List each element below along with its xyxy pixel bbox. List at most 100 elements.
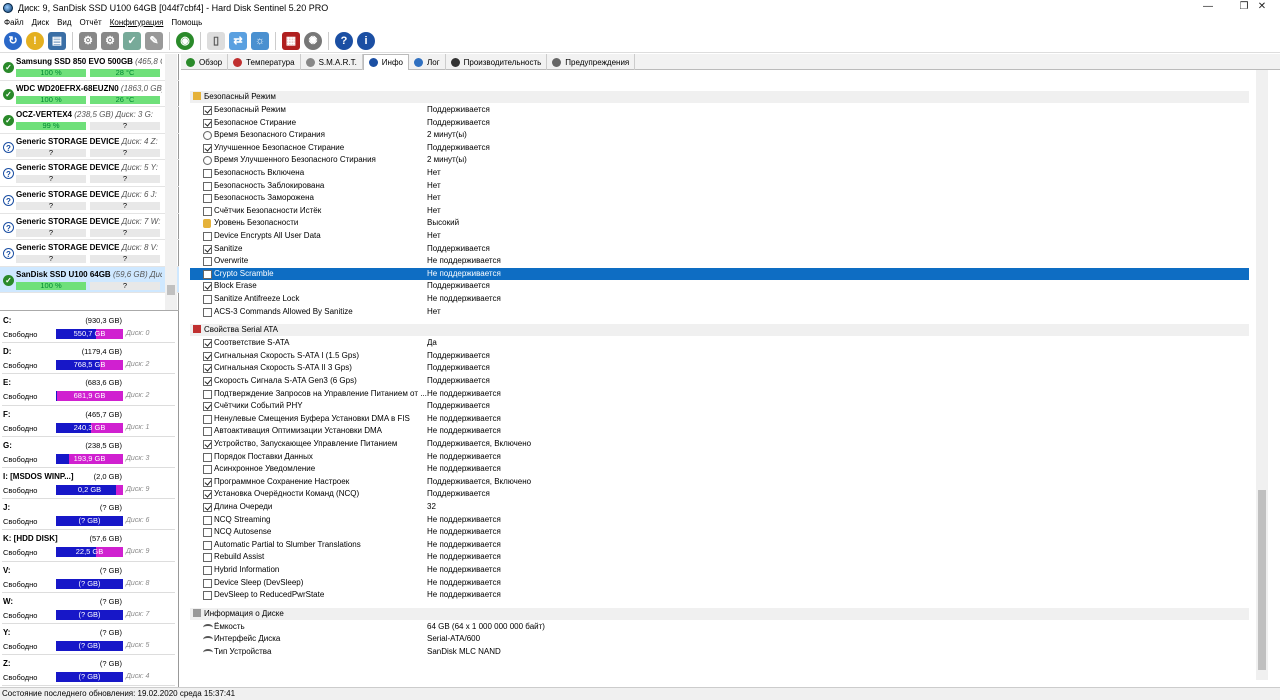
property-label: Сигнальная Скорость S-ATA I (1.5 Gps) — [214, 350, 359, 360]
property-row[interactable]: Соответствие S-ATA Да — [190, 337, 1249, 350]
tab-label: Лог — [427, 57, 440, 67]
property-row[interactable]: Device Sleep (DevSleep) Не поддерживается — [190, 577, 1249, 590]
info-icon[interactable]: i — [357, 31, 375, 50]
property-row[interactable]: Ненулевые Смещения Буфера Установки DMA … — [190, 413, 1249, 426]
tab-2[interactable]: S.M.A.R.T. — [301, 54, 363, 70]
refresh-icon[interactable]: ↻ — [4, 31, 22, 50]
disk-list-scrollbar[interactable] — [165, 54, 177, 310]
disk-item[interactable]: ✓SanDisk SSD U100 64GB (59,6 GB) Диск: 10… — [0, 266, 179, 294]
property-row[interactable]: Скорость Сигнала S-ATA Gen3 (6 Gps) Подде… — [190, 375, 1249, 388]
property-row[interactable]: Безопасность Включена Нет — [190, 167, 1249, 180]
disk-item[interactable]: ? Generic STORAGE DEVICE Диск: 5 Y:?? — [0, 160, 179, 187]
property-row[interactable]: Block Erase Поддерживается — [190, 280, 1249, 293]
toolbar-separator — [328, 31, 329, 50]
property-row[interactable]: Время Улучшенного Безопасного Стирания 2 … — [190, 154, 1249, 167]
menu-config[interactable]: Конфигурация — [106, 18, 168, 27]
property-row[interactable]: Интерфейс Диска Serial-ATA/600 — [190, 633, 1249, 646]
volume-item[interactable]: K: [HDD DISK] (57,6 GB) Свободно 22,5 GB Дис… — [0, 532, 179, 563]
volume-item[interactable]: I: [MSDOS WINP...] (2,0 GB) Свободно 0,2 GB… — [0, 470, 179, 501]
property-row[interactable]: Device Encrypts All User Data Нет — [190, 230, 1249, 243]
disk-tool-icon[interactable]: ✎ — [145, 31, 163, 50]
property-row[interactable]: Безопасный Режим Поддерживается — [190, 104, 1249, 117]
property-row[interactable]: Устройство, Запускающее Управление Питан… — [190, 438, 1249, 451]
volume-item[interactable]: E: (683,6 GB) Свободно 681,9 GB Диск: 2 — [0, 376, 179, 407]
volume-item[interactable]: D: (1179,4 GB) Свободно 768,5 GB Диск: 2 — [0, 345, 179, 376]
menu-report[interactable]: Отчёт — [76, 18, 106, 27]
tab-5[interactable]: Производительность — [446, 54, 548, 70]
menu-disk[interactable]: Диск — [28, 18, 53, 27]
scrollbar-thumb[interactable] — [167, 285, 175, 295]
volume-item[interactable]: Y: (? GB) Свободно (? GB) Диск: 5 — [0, 626, 179, 657]
property-row[interactable]: Безопасность Заморожена Нет — [190, 192, 1249, 205]
report-icon[interactable]: ▤ — [48, 31, 66, 50]
tab-1[interactable]: Температура — [228, 54, 301, 70]
property-row[interactable]: DevSleep to ReducedPwrState Не поддержива… — [190, 589, 1249, 602]
property-row[interactable]: Время Безопасного Стирания 2 минут(ы) — [190, 129, 1249, 142]
property-row[interactable]: ACS-3 Commands Allowed By Sanitize Нет — [190, 306, 1249, 319]
volume-item[interactable]: V: (? GB) Свободно (? GB) Диск: 8 — [0, 564, 179, 595]
disk-item[interactable]: ✓Samsung SSD 850 EVO 500GB (465,8 GB) 100… — [0, 54, 179, 81]
chart-icon[interactable]: ▦ — [282, 31, 300, 50]
property-row[interactable]: Сигнальная Скорость S-ATA I (1.5 Gps) Под… — [190, 350, 1249, 363]
property-row[interactable]: Hybrid Information Не поддерживается — [190, 564, 1249, 577]
tab-4[interactable]: Лог — [409, 54, 446, 70]
property-row[interactable]: Rebuild Assist Не поддерживается — [190, 551, 1249, 564]
property-row[interactable]: Безопасность Заблокирована Нет — [190, 180, 1249, 193]
disk-item[interactable]: ✓WDC WD20EFRX-68EUZN0 (1863,0 GB) Д 100 %… — [0, 81, 179, 108]
property-row[interactable]: Ёмкость 64 GB (64 x 1 000 000 000 байт) — [190, 621, 1249, 634]
property-row[interactable]: Sanitize Antifreeze Lock Не поддерживаетс… — [190, 293, 1249, 306]
minimize-button[interactable]: — — [1190, 0, 1226, 15]
disk-item[interactable]: ? Generic STORAGE DEVICE Диск: 4 Z:?? — [0, 134, 179, 161]
property-row[interactable]: NCQ Autosense Не поддерживается — [190, 526, 1249, 539]
property-row[interactable]: NCQ Streaming Не поддерживается — [190, 514, 1249, 527]
alert-icon[interactable]: ! — [26, 31, 44, 50]
property-row[interactable]: Счётчик Безопасности Истёк Нет — [190, 205, 1249, 218]
property-row[interactable]: Программное Сохранение Настроек Поддержив… — [190, 476, 1249, 489]
volume-item[interactable]: Z: (? GB) Свободно (? GB) Диск: 4 — [0, 657, 179, 687]
property-row[interactable]: Уровень Безопасности Высокий — [190, 217, 1249, 230]
volume-item[interactable]: W: (? GB) Свободно (? GB) Диск: 7 — [0, 595, 179, 626]
gear-icon[interactable]: ✺ — [304, 31, 322, 50]
volume-item[interactable]: F: (465,7 GB) Свободно 240,3 GB Диск: 1 — [0, 408, 179, 439]
tab-0[interactable]: Обзор — [181, 54, 229, 70]
property-row[interactable]: Crypto Scramble Не поддерживается — [190, 267, 1249, 281]
menu-file[interactable]: Файл — [0, 18, 28, 27]
property-row[interactable]: Безопасное Стирание Поддерживается — [190, 117, 1249, 130]
scrollbar-thumb[interactable] — [1258, 490, 1266, 670]
volume-free-label: Свободно — [3, 641, 38, 651]
content-scrollbar[interactable] — [1256, 70, 1268, 680]
property-row[interactable]: Подтверждение Запросов на Управление Пит… — [190, 388, 1249, 401]
property-row[interactable]: Асинхронное Уведомление Не поддерживается — [190, 463, 1249, 476]
settings-icon[interactable]: ☼ — [251, 31, 269, 50]
disk-check-icon[interactable]: ✓ — [123, 31, 141, 50]
tab-6[interactable]: Предупреждения — [547, 54, 636, 70]
property-row[interactable]: Счётчики Событий PHY Поддерживается — [190, 400, 1249, 413]
property-row[interactable]: Sanitize Поддерживается — [190, 243, 1249, 256]
help-icon[interactable]: ? — [335, 31, 353, 50]
property-row[interactable]: Тип Устройства SanDisk MLC NAND — [190, 646, 1249, 659]
document-icon[interactable]: ▯ — [207, 31, 225, 50]
volume-item[interactable]: G: (238,5 GB) Свободно 193,9 GB Диск: 3 — [0, 439, 179, 470]
property-row[interactable]: Automatic Partial to Slumber Translation… — [190, 539, 1249, 552]
tab-3[interactable]: Инфо — [362, 54, 409, 70]
property-row[interactable]: Автоактивация Оптимизации Установки DMA Н… — [190, 425, 1249, 438]
property-row[interactable]: Длина Очереди 32 — [190, 501, 1249, 514]
disk-item[interactable]: ✓ OCZ-VERTEX4 (238,5 GB) Диск: 3 G: 99 %? — [0, 107, 179, 134]
disk-item[interactable]: ? Generic STORAGE DEVICE Диск: 6 J:?? — [0, 187, 179, 214]
disk-item[interactable]: ? Generic STORAGE DEVICE Диск: 7 W:?? — [0, 214, 179, 241]
close-button[interactable]: ✕ — [1244, 0, 1280, 15]
surface-test-icon[interactable]: ⚙ — [101, 31, 119, 50]
menu-view[interactable]: Вид — [53, 18, 75, 27]
property-row[interactable]: Overwrite Не поддерживается — [190, 255, 1249, 268]
web-icon[interactable]: ◉ — [176, 31, 194, 50]
property-row[interactable]: Улучшенное Безопасное Стирание Поддержива… — [190, 142, 1249, 155]
property-row[interactable]: Порядок Поставки Данных Не поддерживается — [190, 451, 1249, 464]
menu-help[interactable]: Помощь — [167, 18, 206, 27]
volume-item[interactable]: J: (? GB) Свободно (? GB) Диск: 6 — [0, 501, 179, 532]
disk-test-icon[interactable]: ⚙ — [79, 31, 97, 50]
property-row[interactable]: Сигнальная Скорость S-ATA II 3 Gps) Подде… — [190, 362, 1249, 375]
volume-item[interactable]: C: (930,3 GB) Свободно 550,7 GB Диск: 0 — [0, 314, 179, 345]
property-row[interactable]: Установка Очерёдности Команд (NCQ) Поддер… — [190, 488, 1249, 501]
sync-icon[interactable]: ⇄ — [229, 31, 247, 50]
disk-item[interactable]: ? Generic STORAGE DEVICE Диск: 8 V:?? — [0, 240, 179, 267]
